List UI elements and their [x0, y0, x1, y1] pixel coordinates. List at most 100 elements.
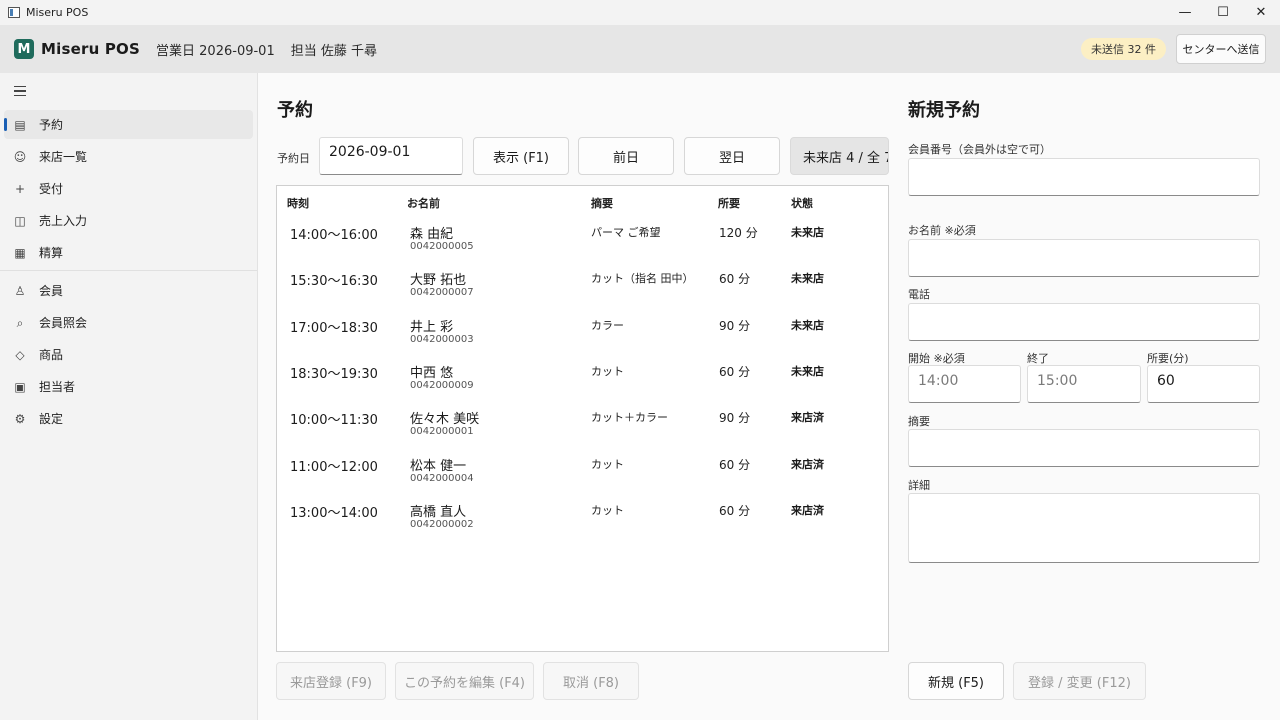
- phone-field[interactable]: [908, 303, 1260, 341]
- cell-name: 松本 健一: [410, 459, 467, 474]
- edit-reservation-button[interactable]: この予約を編集 (F4): [395, 662, 534, 700]
- next-day-button[interactable]: 翌日: [684, 137, 780, 175]
- cell-duration: 90 分: [719, 411, 751, 425]
- cell-time: 15:30〜16:30: [290, 274, 378, 289]
- minimize-icon[interactable]: —: [1166, 0, 1204, 25]
- cell-status: 来店済: [791, 504, 824, 517]
- duration-field[interactable]: 60: [1147, 365, 1260, 403]
- cell-name: 井上 彩: [410, 320, 454, 335]
- start-time-field[interactable]: 14:00: [908, 365, 1021, 403]
- cell-name: 森 由紀: [410, 227, 454, 242]
- cell-member-number: 0042000001: [410, 426, 474, 437]
- reservation-table: 時刻 お名前 摘要 所要 状態 14:00〜16:00 森 由紀 0042000…: [276, 185, 889, 652]
- name-field[interactable]: [908, 239, 1260, 277]
- maximize-icon[interactable]: ☐: [1204, 0, 1242, 25]
- save-reservation-button[interactable]: 登録 / 変更 (F12): [1013, 662, 1146, 700]
- cell-status: 来店済: [791, 458, 824, 471]
- cell-name: 大野 拓也: [410, 273, 467, 288]
- new-reservation-button[interactable]: 新規 (F5): [908, 662, 1004, 700]
- close-icon[interactable]: ✕: [1242, 0, 1280, 25]
- sidebar-item-label: 精算: [39, 246, 64, 260]
- sidebar-item-member-search[interactable]: ⌕ 会員照会: [4, 308, 253, 337]
- cell-duration: 60 分: [719, 458, 751, 472]
- sidebar-item-settlement[interactable]: ▦ 精算: [4, 238, 253, 267]
- cell-status: 未来店: [791, 365, 824, 378]
- detail-label: 詳細: [908, 479, 930, 492]
- sidebar-item-label: 予約: [39, 118, 64, 132]
- cell-name: 高橋 直人: [410, 505, 467, 520]
- brand-name: Miseru POS: [41, 40, 141, 58]
- duration-label: 所要(分): [1147, 352, 1189, 365]
- app-header: M Miseru POS 営業日 2026-09-01 担当 佐藤 千尋 未送信…: [0, 25, 1280, 73]
- sidebar-item-label: 担当者: [39, 380, 76, 394]
- sidebar-item-sales-entry[interactable]: ◫ 売上入力: [4, 206, 253, 235]
- sidebar-item-members[interactable]: ♙ 会員: [4, 276, 253, 305]
- hamburger-menu-icon[interactable]: [14, 86, 26, 96]
- sidebar-item-visit-list[interactable]: ☺ 来店一覧: [4, 142, 253, 171]
- window-controls: — ☐ ✕: [1166, 0, 1280, 25]
- cell-summary: カット＋カラー: [591, 411, 668, 424]
- cell-time: 14:00〜16:00: [290, 228, 378, 243]
- calculator-icon: ▦: [14, 245, 26, 260]
- sidebar-item-label: 商品: [39, 348, 64, 362]
- table-row[interactable]: 10:00〜11:30 佐々木 美咲 0042000001 カット＋カラー 90…: [277, 401, 888, 447]
- cell-duration: 90 分: [719, 319, 751, 333]
- send-to-center-button[interactable]: センターへ送信: [1176, 34, 1266, 64]
- cell-name: 中西 悠: [410, 366, 454, 381]
- sidebar-item-settings[interactable]: ⚙ 設定: [4, 404, 253, 433]
- end-time-field[interactable]: 15:00: [1027, 365, 1141, 403]
- cell-time: 11:00〜12:00: [290, 460, 378, 475]
- column-header-summary: 摘要: [591, 197, 613, 210]
- summary-label: 摘要: [908, 415, 930, 428]
- bag-icon: ◫: [14, 213, 26, 228]
- show-button[interactable]: 表示 (F1): [473, 137, 569, 175]
- brand-logo-icon: M: [14, 39, 34, 59]
- sidebar-item-staff[interactable]: ▣ 担当者: [4, 372, 253, 401]
- people-icon: ☺: [13, 149, 27, 164]
- column-header-duration: 所要: [718, 197, 740, 210]
- cell-summary: カット: [591, 458, 624, 471]
- cell-member-number: 0042000004: [410, 473, 474, 484]
- sidebar-item-reception[interactable]: + 受付: [4, 174, 253, 203]
- title-bar: Miseru POS — ☐ ✕: [0, 0, 1280, 25]
- cell-name: 佐々木 美咲: [410, 412, 480, 427]
- member-number-field[interactable]: [908, 158, 1260, 196]
- table-row[interactable]: 14:00〜16:00 森 由紀 0042000005 パーマ ご希望 120 …: [277, 216, 888, 262]
- cell-status: 未来店: [791, 226, 824, 239]
- table-row[interactable]: 11:00〜12:00 松本 健一 0042000004 カット 60 分 来店…: [277, 448, 888, 494]
- contact-card-icon: ▣: [14, 379, 26, 394]
- detail-field[interactable]: [908, 493, 1260, 563]
- reservation-date-input[interactable]: 2026-09-01: [319, 137, 463, 175]
- form-title: 新規予約: [908, 100, 980, 121]
- tag-icon: ◇: [15, 347, 25, 362]
- sidebar-item-label: 来店一覧: [39, 150, 88, 164]
- search-icon: ⌕: [16, 315, 24, 330]
- summary-field[interactable]: [908, 429, 1260, 467]
- visit-register-button[interactable]: 来店登録 (F9): [276, 662, 386, 700]
- app-window-icon: [8, 7, 20, 18]
- cancel-reservation-button[interactable]: 取消 (F8): [543, 662, 639, 700]
- cell-status: 未来店: [791, 319, 824, 332]
- sidebar-item-products[interactable]: ◇ 商品: [4, 340, 253, 369]
- reservation-date-label: 予約日: [277, 152, 310, 165]
- cell-member-number: 0042000002: [410, 519, 474, 530]
- staff-name: 担当 佐藤 千尋: [290, 43, 377, 59]
- cell-status: 未来店: [791, 272, 824, 285]
- table-row[interactable]: 13:00〜14:00 高橋 直人 0042000002 カット 60 分 来店…: [277, 494, 888, 540]
- cell-duration: 60 分: [719, 272, 751, 286]
- table-row[interactable]: 17:00〜18:30 井上 彩 0042000003 カラー 90 分 未来店: [277, 309, 888, 355]
- previous-day-button[interactable]: 前日: [578, 137, 674, 175]
- gear-icon: ⚙: [14, 411, 26, 426]
- cell-summary: カット: [591, 365, 624, 378]
- cell-status: 来店済: [791, 411, 824, 424]
- sidebar-item-reservations[interactable]: ▤ 予約: [4, 110, 253, 139]
- start-time-label: 開始 ※必須: [908, 352, 965, 365]
- sidebar: ▤ 予約 ☺ 来店一覧 + 受付 ◫ 売上入力 ▦ 精算 ♙ 会員 ⌕ 会員照会…: [0, 73, 258, 720]
- table-row[interactable]: 15:30〜16:30 大野 拓也 0042000007 カット（指名 田中） …: [277, 262, 888, 308]
- cell-member-number: 0042000009: [410, 380, 474, 391]
- sidebar-divider: [0, 270, 257, 271]
- name-label: お名前 ※必須: [908, 224, 976, 237]
- cell-summary: カット: [591, 504, 624, 517]
- table-row[interactable]: 18:30〜19:30 中西 悠 0042000009 カット 60 分 未来店: [277, 355, 888, 401]
- plus-icon: +: [14, 181, 26, 196]
